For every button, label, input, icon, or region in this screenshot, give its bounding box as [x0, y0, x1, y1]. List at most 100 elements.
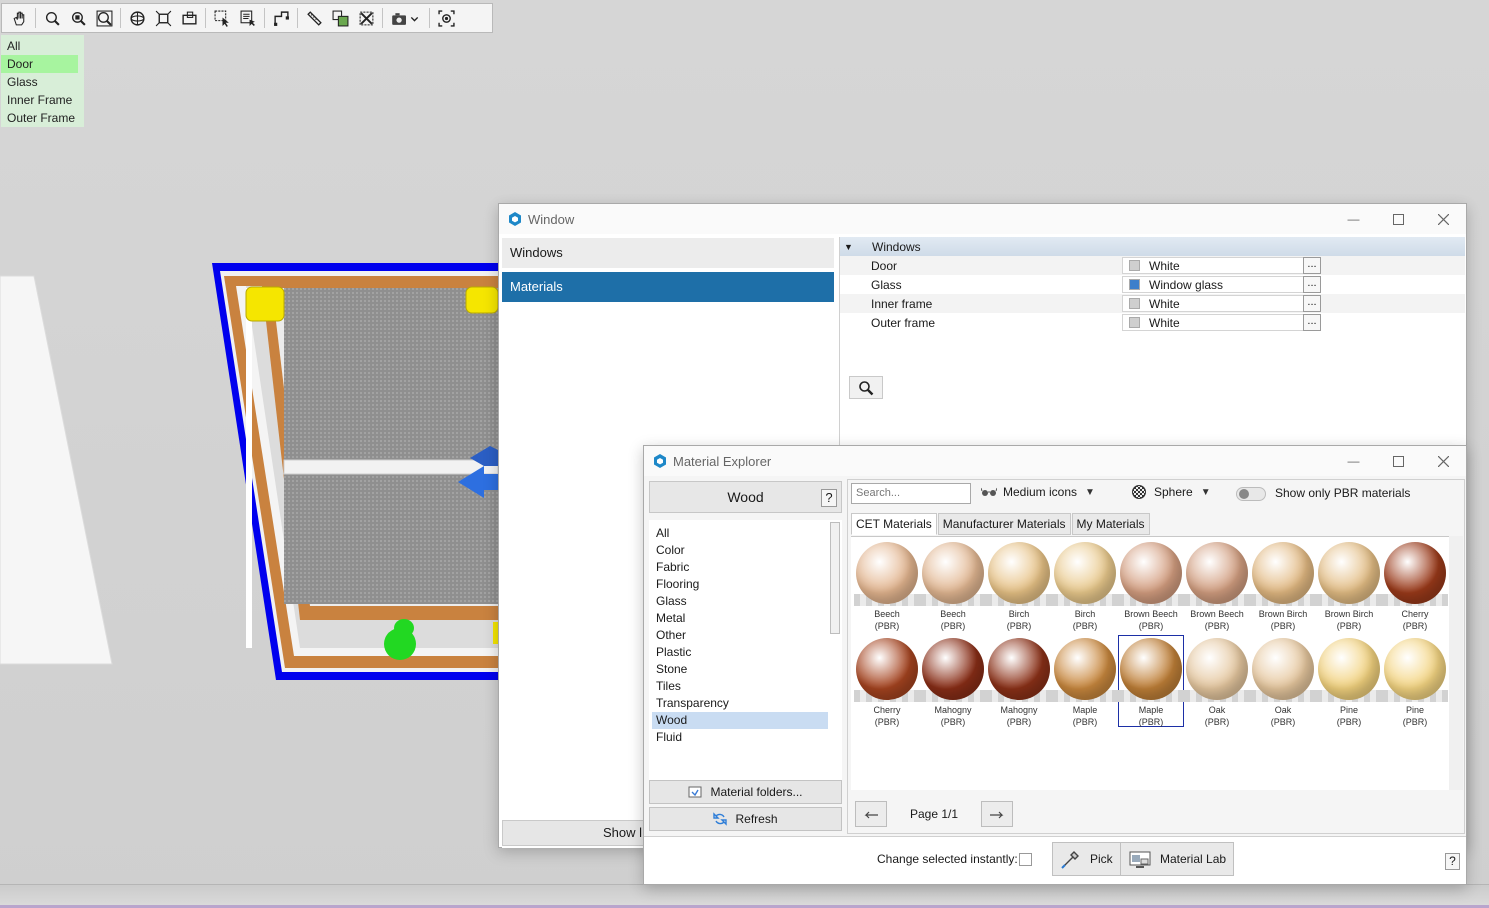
property-name: Inner frame — [871, 296, 933, 311]
category-item-tiles[interactable]: Tiles — [649, 678, 842, 695]
nav-item-windows[interactable]: Windows — [502, 238, 834, 268]
material-name: Brown Birch (PBR) — [1250, 608, 1316, 632]
property-value-field[interactable]: White — [1122, 295, 1304, 312]
zoom-extents-icon[interactable] — [91, 6, 117, 30]
material-tile[interactable]: Brown Birch (PBR) — [1250, 539, 1316, 631]
camera-dropdown-icon[interactable] — [386, 6, 426, 30]
category-item-plastic[interactable]: Plastic — [649, 644, 842, 661]
view-icon[interactable] — [176, 6, 202, 30]
category-item-fabric[interactable]: Fabric — [649, 559, 842, 576]
category-scrollbar[interactable] — [830, 522, 840, 634]
layer-item-outer-frame[interactable]: Outer Frame — [1, 109, 84, 127]
help-button[interactable]: ? — [821, 489, 837, 507]
layer-item-door[interactable]: Door — [1, 55, 78, 73]
material-preview-sphere — [1120, 638, 1182, 700]
category-item-wood[interactable]: Wood — [652, 712, 828, 729]
material-tile[interactable]: Oak (PBR) — [1250, 635, 1316, 727]
maximize-icon[interactable] — [1376, 204, 1421, 234]
material-tile[interactable]: Birch (PBR) — [986, 539, 1052, 631]
group-header-windows[interactable]: ▼ Windows — [840, 237, 1465, 256]
snapshot-icon[interactable] — [433, 6, 459, 30]
property-value-field[interactable]: Window glass — [1122, 276, 1304, 293]
material-tile[interactable]: Mahogny (PBR) — [920, 635, 986, 727]
property-value-field[interactable]: White — [1122, 257, 1304, 274]
material-tile[interactable]: Pine (PBR) — [1382, 635, 1448, 727]
category-item-glass[interactable]: Glass — [649, 593, 842, 610]
pick-button[interactable]: Pick — [1052, 842, 1121, 876]
material-tile[interactable]: Brown Beech (PBR) — [1184, 539, 1250, 631]
select-list-icon[interactable] — [235, 6, 261, 30]
material-tile[interactable]: Beech (PBR) — [920, 539, 986, 631]
material-preview-sphere — [1318, 542, 1380, 604]
delete-icon[interactable] — [353, 6, 379, 30]
grid-scrollbar[interactable] — [1449, 536, 1463, 790]
copy-icon[interactable] — [327, 6, 353, 30]
material-subtitle: (PBR) — [1270, 621, 1296, 631]
category-item-other[interactable]: Other — [649, 627, 842, 644]
change-instantly-checkbox[interactable] — [1019, 853, 1032, 866]
category-item-metal[interactable]: Metal — [649, 610, 842, 627]
material-tile[interactable]: Mahogny (PBR) — [986, 635, 1052, 727]
layout-icon[interactable] — [268, 6, 294, 30]
material-tile[interactable]: Beech (PBR) — [854, 539, 920, 631]
color-swatch — [1129, 317, 1140, 328]
nav-item-materials[interactable]: Materials — [502, 272, 834, 302]
measure-icon[interactable] — [301, 6, 327, 30]
material-tile[interactable]: Cherry (PBR) — [1382, 539, 1448, 631]
category-item-stone[interactable]: Stone — [649, 661, 842, 678]
zoom-icon[interactable] — [39, 6, 65, 30]
material-tile[interactable]: Pine (PBR) — [1316, 635, 1382, 727]
tab-manufacturer-materials[interactable]: Manufacturer Materials — [937, 513, 1071, 535]
property-value-field[interactable]: White — [1122, 314, 1304, 331]
browse-button[interactable]: ... — [1303, 295, 1321, 312]
show-button[interactable]: Show l — [502, 820, 647, 846]
page-label: Page 1/1 — [910, 807, 959, 821]
category-item-flooring[interactable]: Flooring — [649, 576, 842, 593]
search-button[interactable] — [849, 376, 883, 399]
browse-button[interactable]: ... — [1303, 257, 1321, 274]
material-lab-button[interactable]: Material Lab — [1120, 842, 1235, 876]
category-item-all[interactable]: All — [649, 525, 842, 542]
maximize-icon[interactable] — [1376, 446, 1421, 476]
material-search-input[interactable]: Search... — [851, 483, 971, 504]
select-icon[interactable] — [209, 6, 235, 30]
layer-item-inner-frame[interactable]: Inner Frame — [1, 91, 84, 109]
zoom-window-icon[interactable] — [65, 6, 91, 30]
material-grid: Beech (PBR) Beech (PBR) Birch (PBR) Birch (PBR)… — [851, 536, 1451, 790]
pbr-toggle[interactable] — [1236, 487, 1266, 501]
close-icon[interactable] — [1421, 446, 1466, 476]
refresh-button[interactable]: Refresh — [649, 807, 842, 831]
property-value: White — [1149, 315, 1180, 330]
shape-dropdown[interactable]: Sphere ▼ — [1132, 485, 1211, 499]
material-tile[interactable]: Maple (PBR) — [1052, 635, 1118, 727]
category-item-color[interactable]: Color — [649, 542, 842, 559]
prev-page-button[interactable] — [855, 801, 887, 827]
view-mode-dropdown[interactable]: Medium icons ▼ — [981, 485, 1095, 499]
material-tile[interactable]: Brown Beech (PBR) — [1118, 539, 1184, 631]
category-item-transparency[interactable]: Transparency — [649, 695, 842, 712]
browse-button[interactable]: ... — [1303, 314, 1321, 331]
material-tile[interactable]: Maple (PBR) — [1118, 635, 1184, 727]
category-header: Wood ? — [649, 481, 842, 513]
browse-button[interactable]: ... — [1303, 276, 1321, 293]
material-tile[interactable]: Brown Birch (PBR) — [1316, 539, 1382, 631]
minimize-icon[interactable]: — — [1331, 204, 1376, 234]
close-icon[interactable] — [1421, 204, 1466, 234]
help-button[interactable]: ? — [1445, 853, 1460, 870]
category-item-fluid[interactable]: Fluid — [649, 729, 842, 746]
pan-icon[interactable] — [6, 6, 32, 30]
tab-cet-materials[interactable]: CET Materials — [851, 513, 937, 535]
minimize-icon[interactable]: — — [1331, 446, 1376, 476]
material-tile[interactable]: Birch (PBR) — [1052, 539, 1118, 631]
next-page-button[interactable] — [981, 801, 1013, 827]
tab-my-materials[interactable]: My Materials — [1071, 513, 1150, 535]
property-value: White — [1149, 258, 1180, 273]
fit-icon[interactable] — [150, 6, 176, 30]
orbit-icon[interactable] — [124, 6, 150, 30]
material-folders-button[interactable]: Material folders... — [649, 780, 842, 804]
material-tile[interactable]: Cherry (PBR) — [854, 635, 920, 727]
material-tile[interactable]: Oak (PBR) — [1184, 635, 1250, 727]
layer-item-glass[interactable]: Glass — [1, 73, 84, 91]
layer-item-all[interactable]: All — [1, 37, 84, 55]
collapse-icon[interactable]: ▼ — [844, 242, 864, 252]
